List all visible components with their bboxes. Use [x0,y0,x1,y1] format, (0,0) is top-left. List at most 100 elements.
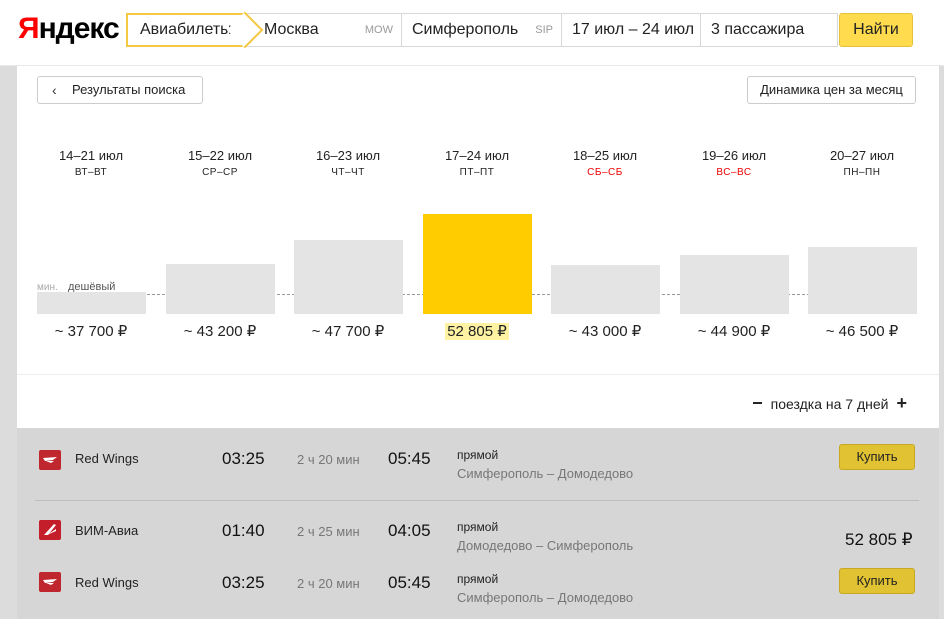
date-range: 14–21 июл [58,148,124,163]
from-field[interactable]: Москва MOW [246,13,402,47]
date-range: 17–24 июл [444,148,510,163]
avia-tab[interactable]: Авиабилеты [126,13,246,47]
passengers-field[interactable]: 3 пассажира [701,13,838,47]
price-value: ~ 43 000 ₽ [568,323,642,340]
flight-duration: 2 ч 25 мин [297,524,360,539]
date-range: 16–23 июл [315,148,381,163]
date-column[interactable]: 15–22 июл СР–СР [165,148,275,178]
back-to-results-button[interactable]: ‹ Результаты поиска [37,76,203,104]
trip-length-label: поездка на 7 дней [770,395,889,412]
price-value: ~ 37 700 ₽ [54,323,128,340]
chevron-left-icon: ‹ [52,82,57,98]
price-bar-selected[interactable] [423,214,532,314]
buy-button[interactable]: Купить [839,444,915,470]
date-column[interactable]: 17–24 июл ПТ–ПТ [422,148,532,178]
price-value: ~ 43 200 ₽ [183,323,257,340]
price-label: ~ 43 000 ₽ [541,322,669,340]
airline-name: Red Wings [75,575,139,590]
trip-length-control: − поездка на 7 дней + [17,374,939,428]
weekday-range: ПН–ПН [843,167,881,178]
price-label: ~ 46 500 ₽ [798,322,926,340]
date-column[interactable]: 14–21 июл ВТ–ВТ [36,148,146,178]
total-price: 52 805 ₽ [845,530,913,549]
departure-time: 01:40 [222,521,265,540]
avia-tab-label: Авиабилеты [140,21,232,38]
weekday-range: ПТ–ПТ [459,167,495,178]
dates-field[interactable]: 17 июл – 24 июл [562,13,701,47]
to-city: Симферополь [412,21,519,38]
flight-duration: 2 ч 20 мин [297,576,360,591]
red-wings-logo-icon [39,450,61,470]
date-range: 20–27 июл [829,148,895,163]
arrival-time: 05:45 [388,449,431,468]
date-column[interactable]: 18–25 июл СБ–СБ [550,148,660,178]
header: Яндекс Авиабилеты Москва MOW Симферополь… [0,0,944,66]
weekday-range: СБ–СБ [587,167,623,178]
flight-type: прямой [457,448,499,462]
price-value: ~ 47 700 ₽ [311,323,385,340]
price-bar[interactable] [551,265,660,314]
airline-name: Red Wings [75,451,139,466]
flight-type: прямой [457,520,499,534]
search-form: Авиабилеты Москва MOW Симферополь SIP 17… [126,13,917,47]
flight-type: прямой [457,572,499,586]
weekday-range: ЧТ–ЧТ [331,167,365,178]
price-label: ~ 37 700 ₽ [27,322,155,340]
find-button[interactable]: Найти [839,13,913,47]
price-value: ~ 46 500 ₽ [825,323,899,340]
plus-icon[interactable]: + [896,393,907,414]
departure-time: 03:25 [222,449,265,468]
divider [35,500,919,501]
price-label: 52 805 ₽ [413,322,541,340]
flight-route: Симферополь – Домодедово [457,466,634,481]
weekday-range: СР–СР [202,167,238,178]
flight-duration: 2 ч 20 мин [297,452,360,467]
to-field[interactable]: Симферополь SIP [402,13,562,47]
price-value: 52 805 ₽ [445,323,509,340]
buy-button[interactable]: Купить [839,568,915,594]
price-bar[interactable] [808,247,917,314]
date-range: 18–25 июл [572,148,638,163]
red-wings-logo-icon [39,572,61,592]
weekday-range: ВС–ВС [716,167,752,178]
flight-row: Red Wings 03:25 2 ч 20 мин 05:45 прямой … [17,444,939,494]
weekday-range: ВТ–ВТ [74,167,108,178]
to-code: SIP [535,24,553,36]
airline-name: ВИМ-Авиа [75,523,139,538]
price-value: ~ 44 900 ₽ [697,323,771,340]
date-range: 15–22 июл [187,148,253,163]
from-code: MOW [364,24,393,36]
price-bar[interactable] [680,255,789,314]
logo-text: ндекс [38,12,120,45]
date-range: 19–26 июл [701,148,767,163]
price-dynamics-button[interactable]: Динамика цен за месяц [747,76,916,104]
price-bar[interactable] [37,292,146,314]
departure-time: 03:25 [222,573,265,592]
flight-row: Red Wings 03:25 2 ч 20 мин 05:45 прямой … [17,568,939,618]
flights-list: Red Wings 03:25 2 ч 20 мин 05:45 прямой … [17,428,939,619]
dates-value: 17 июл – 24 июл [572,21,695,38]
vim-avia-logo-icon [39,520,61,540]
trip-length: − поездка на 7 дней + [744,393,915,414]
minus-icon[interactable]: − [752,393,763,414]
flight-route: Симферополь – Домодедово [457,590,634,605]
flight-row: ВИМ-Авиа 01:40 2 ч 25 мин 04:05 прямой Д… [17,516,939,566]
price-bar[interactable] [294,240,403,314]
page-margin [0,66,17,619]
date-column[interactable]: 16–23 июл ЧТ–ЧТ [293,148,403,178]
arrival-time: 05:45 [388,573,431,592]
logo-letter: Я [18,12,40,45]
price-calendar-panel: ‹ Результаты поиска Динамика цен за меся… [17,66,939,428]
date-column[interactable]: 19–26 июл ВС–ВС [679,148,789,178]
price-label: ~ 43 200 ₽ [156,322,284,340]
from-city: Москва [264,21,319,38]
date-column[interactable]: 20–27 июл ПН–ПН [807,148,917,178]
passengers-value: 3 пассажира [711,21,805,38]
price-label: ~ 47 700 ₽ [284,322,412,340]
price-label: ~ 44 900 ₽ [670,322,798,340]
arrival-time: 04:05 [388,521,431,540]
price-bar[interactable] [166,264,275,314]
flight-route: Домодедово – Симферополь [457,538,634,553]
yandex-logo[interactable]: Яндекс [18,12,120,46]
back-button-label: Результаты поиска [72,82,186,97]
